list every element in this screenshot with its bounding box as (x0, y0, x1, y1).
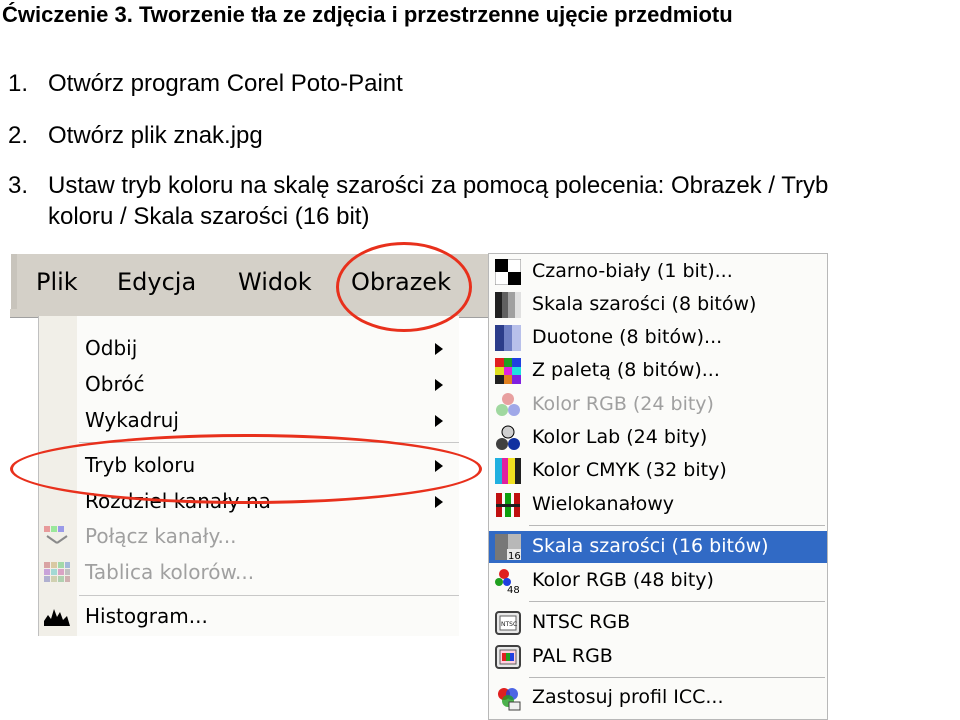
mode-item-black-white[interactable]: Czarno-biały (1 bit)... (489, 256, 827, 288)
mode-label: Z paletą (8 bitów)... (532, 359, 720, 381)
rgb-48-icon: 48 (495, 569, 520, 594)
histogram-icon (44, 609, 70, 626)
mode-item-cmyk[interactable]: Kolor CMYK (32 bity) (489, 455, 827, 487)
mode-label: Kolor CMYK (32 bity) (532, 459, 727, 481)
mode-label: Kolor Lab (24 bity) (532, 426, 708, 448)
menu-item-wykadruj[interactable]: Wykadruj (85, 408, 179, 432)
menu-item-obroc[interactable]: Obróć (85, 372, 144, 396)
lab-icon (496, 425, 520, 450)
annotation-ring-tryb-koloru (10, 434, 482, 504)
menu-separator (529, 677, 825, 678)
rgb-icon (496, 393, 520, 416)
menu-separator (79, 595, 459, 596)
submenu-arrow-icon (435, 343, 443, 355)
mode-label: Duotone (8 bitów)... (532, 326, 723, 348)
multichannel-icon (496, 493, 520, 517)
mode-item-multichannel[interactable]: Wielokanałowy (489, 489, 827, 521)
mode-item-ntsc[interactable]: NTSC NTSC RGB (489, 607, 827, 639)
step-2: 2. Otwórz plik znak.jpg (8, 122, 263, 150)
annotation-ring-obrazek (336, 242, 472, 332)
step-number: 3. (8, 172, 29, 199)
mode-label: PAL RGB (532, 645, 613, 667)
color-table-icon (44, 562, 70, 582)
menu-item-tablica-kolorow[interactable]: Tablica kolorów... (85, 560, 254, 584)
step-3-continued: koloru / Skala szarości (16 bit) (48, 203, 370, 230)
menu-separator (529, 525, 825, 526)
mode-label: Kolor RGB (48 bity) (532, 569, 714, 591)
merge-channels-icon (44, 526, 68, 544)
menu-bar-grip (11, 254, 17, 310)
step-text: Otwórz plik znak.jpg (48, 122, 263, 149)
menu-item-polacz-kanaly[interactable]: Połącz kanały... (85, 524, 237, 548)
step-3: 3. Ustaw tryb koloru na skalę szarości za… (8, 172, 828, 200)
exercise-title: Ćwiczenie 3. Tworzenie tła ze zdjęcia i … (2, 2, 733, 27)
step-number: 1. (8, 70, 29, 97)
bit-depth-badge: 48 (507, 585, 520, 594)
menu-item-histogram[interactable]: Histogram... (85, 604, 208, 628)
svg-text:NTSC: NTSC (501, 621, 517, 628)
icc-profile-icon (498, 688, 521, 711)
step-text: Otwórz program Corel Poto-Paint (48, 70, 403, 97)
mode-label: Wielokanałowy (532, 493, 675, 515)
menu-widok[interactable]: Widok (238, 268, 312, 296)
mode-item-rgb-24[interactable]: Kolor RGB (24 bity) (489, 389, 827, 421)
color-mode-submenu: Czarno-biały (1 bit)... Skala szarości (… (488, 253, 828, 720)
step-text: Ustaw tryb koloru na skalę szarości za p… (48, 172, 829, 199)
cmyk-icon (495, 458, 521, 484)
duotone-icon (495, 325, 521, 351)
mode-item-rgb-48[interactable]: 48 Kolor RGB (48 bity) (489, 565, 827, 597)
mode-item-grayscale-16[interactable]: 16 Skala szarości (16 bitów) (489, 531, 827, 563)
step-number: 2. (8, 122, 29, 149)
grayscale-8-icon (495, 292, 521, 318)
mode-item-grayscale-8[interactable]: Skala szarości (8 bitów) (489, 289, 827, 321)
ntsc-icon: NTSC (495, 611, 521, 635)
mode-label: Zastosuj profil ICC... (532, 686, 724, 708)
step-1: 1. Otwórz program Corel Poto-Paint (8, 70, 403, 98)
submenu-arrow-icon (435, 379, 443, 391)
palette-icon (495, 358, 521, 384)
menu-separator (529, 601, 825, 602)
submenu-arrow-icon (435, 415, 443, 427)
menu-edycja[interactable]: Edycja (117, 268, 196, 296)
pal-icon (495, 645, 521, 669)
mode-label: Skala szarości (8 bitów) (532, 293, 757, 315)
mode-label: Skala szarości (16 bitów) (532, 535, 769, 557)
mode-label: NTSC RGB (532, 611, 631, 633)
mode-label: Kolor RGB (24 bity) (532, 393, 714, 415)
mode-item-palette[interactable]: Z paletą (8 bitów)... (489, 355, 827, 387)
black-white-icon (495, 259, 521, 285)
mode-label: Czarno-biały (1 bit)... (532, 260, 733, 282)
grayscale-16-icon: 16 (495, 534, 521, 560)
menu-plik[interactable]: Plik (36, 268, 78, 296)
menu-item-odbij[interactable]: Odbij (85, 336, 137, 360)
mode-item-duotone[interactable]: Duotone (8 bitów)... (489, 322, 827, 354)
mode-item-pal[interactable]: PAL RGB (489, 641, 827, 673)
bit-depth-badge: 16 (508, 551, 521, 560)
submenu-arrow-icon (435, 496, 443, 508)
mode-item-icc-profile[interactable]: Zastosuj profil ICC... (489, 682, 827, 714)
mode-item-lab[interactable]: Kolor Lab (24 bity) (489, 422, 827, 454)
